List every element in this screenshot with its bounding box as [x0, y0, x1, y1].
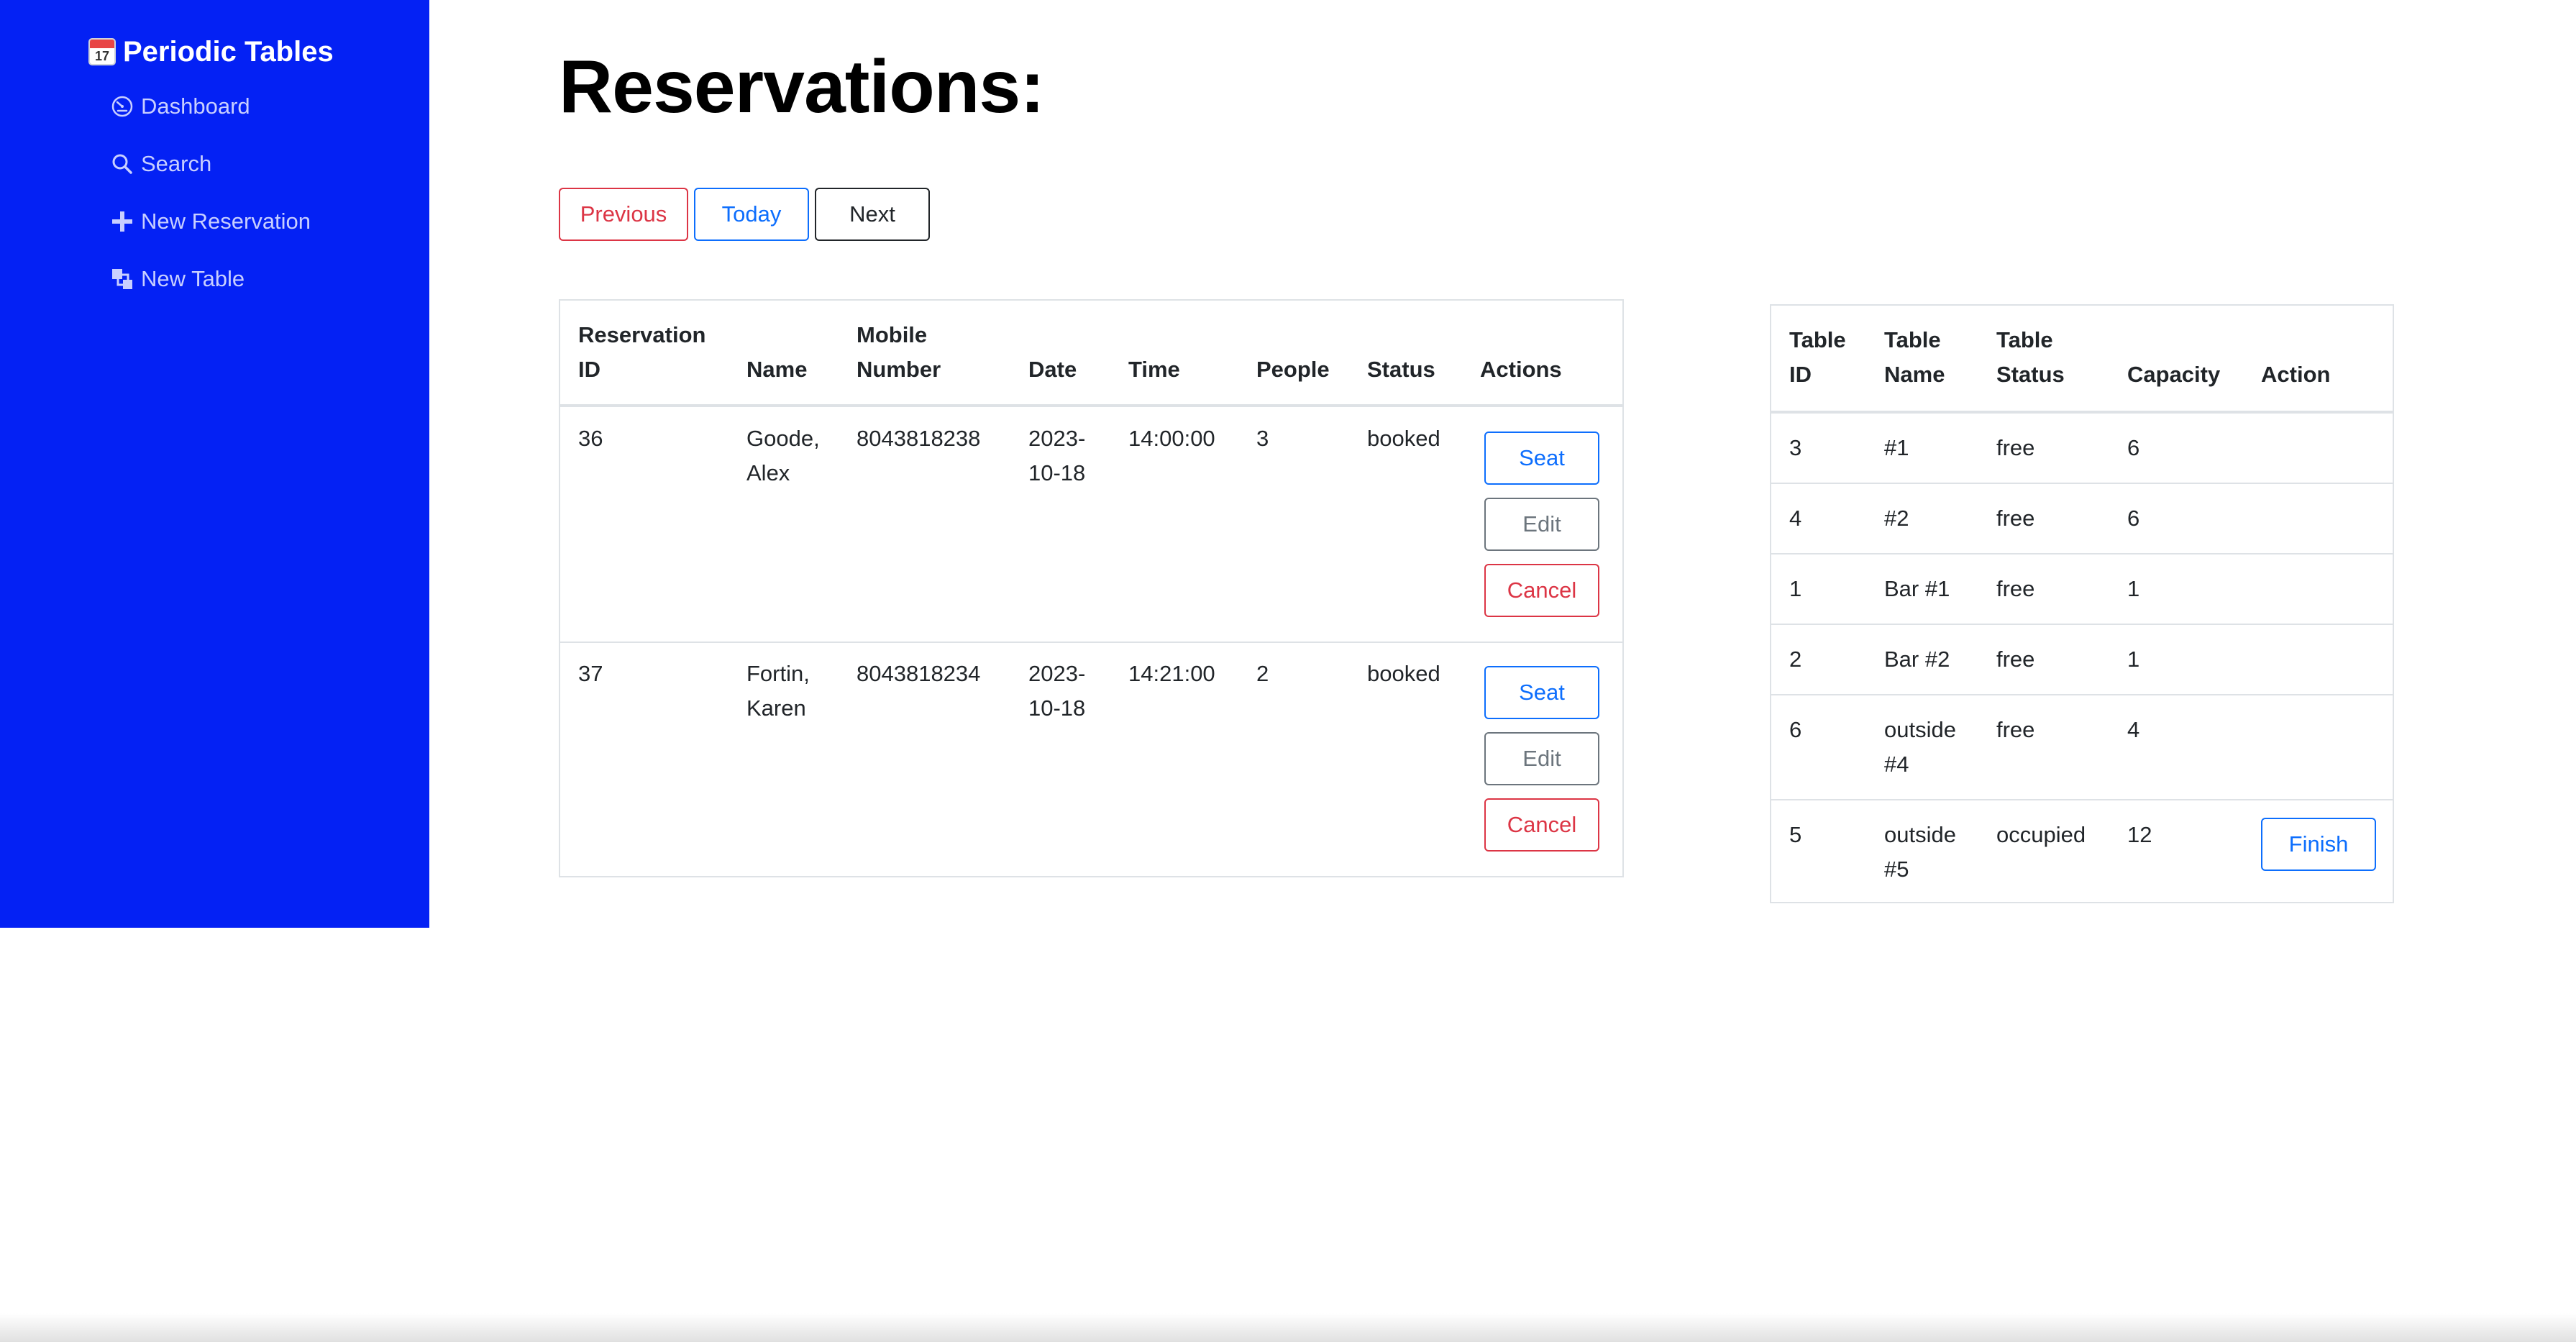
table-capacity: 6 — [2127, 506, 2140, 531]
brand-title: Periodic Tables — [123, 35, 334, 68]
reservations-table: Reservation ID Name Mobile Number Date T… — [559, 299, 1624, 877]
table-id: 5 — [1789, 822, 1802, 847]
table-capacity: 1 — [2127, 576, 2140, 601]
sidebar-item-label: Dashboard — [141, 93, 250, 119]
reservation-id: 36 — [578, 426, 603, 451]
table-capacity: 1 — [2127, 647, 2140, 672]
column-header: Mobile Number — [857, 322, 941, 382]
column-header: Table Name — [1884, 327, 1945, 387]
reservation-status: booked — [1367, 426, 1440, 451]
next-button[interactable]: Next — [815, 188, 930, 241]
cancel-button[interactable]: Cancel — [1484, 798, 1599, 852]
table-id: 3 — [1789, 435, 1802, 460]
table-capacity: 12 — [2127, 822, 2152, 847]
search-icon — [112, 154, 132, 174]
reservation-id: 37 — [578, 661, 603, 686]
table-status: occupied — [1996, 822, 2086, 847]
seat-button[interactable]: Seat — [1484, 432, 1599, 485]
sidebar-item-new-table[interactable]: New Table — [111, 265, 311, 293]
column-header: People — [1256, 357, 1330, 382]
sidebar-item-dashboard[interactable]: Dashboard — [111, 92, 311, 121]
table-status: free — [1996, 647, 2035, 672]
table-status: free — [1996, 576, 2035, 601]
column-header: Date — [1028, 357, 1077, 382]
table-capacity: 4 — [2127, 717, 2140, 742]
table-id: 2 — [1789, 647, 1802, 672]
dashboard-icon — [111, 96, 133, 117]
previous-button[interactable]: Previous — [559, 188, 688, 241]
table-id: 4 — [1789, 506, 1802, 531]
seat-button[interactable]: Seat — [1484, 666, 1599, 719]
sidebar: 17 Periodic Tables Dashboard Search New … — [0, 0, 429, 928]
table-id: 1 — [1789, 576, 1802, 601]
table-name: Bar #2 — [1884, 647, 1950, 672]
table-name: outside #4 — [1884, 717, 1956, 777]
tables-table: Table ID Table Name Table Status Capacit… — [1770, 304, 2394, 903]
column-header: Capacity — [2127, 362, 2221, 387]
table-name: outside #5 — [1884, 822, 1956, 882]
plus-icon — [112, 211, 132, 232]
table-name: Bar #1 — [1884, 576, 1950, 601]
reservation-date: 2023- 10-18 — [1028, 661, 1086, 721]
column-header: Table ID — [1789, 327, 1846, 387]
reservation-time: 14:21:00 — [1128, 661, 1215, 686]
reservation-people: 2 — [1256, 661, 1269, 686]
column-header: Name — [746, 357, 808, 382]
layers-icon — [112, 269, 132, 289]
brand[interactable]: 17 Periodic Tables — [88, 33, 334, 70]
column-header: Action — [2261, 362, 2331, 387]
table-id: 6 — [1789, 717, 1802, 742]
sidebar-nav: Dashboard Search New Reservation New Tab… — [111, 92, 311, 322]
reservation-date: 2023- 10-18 — [1028, 426, 1086, 485]
column-header: Status — [1367, 357, 1435, 382]
cancel-button[interactable]: Cancel — [1484, 564, 1599, 617]
sidebar-item-search[interactable]: Search — [111, 150, 311, 178]
table-status: free — [1996, 506, 2035, 531]
reservation-time: 14:00:00 — [1128, 426, 1215, 451]
bottom-shadow — [0, 1313, 2576, 1342]
table-status: free — [1996, 435, 2035, 460]
sidebar-item-label: New Reservation — [141, 209, 311, 234]
edit-button[interactable]: Edit — [1484, 732, 1599, 785]
reservation-mobile: 8043818238 — [857, 426, 981, 451]
sidebar-item-label: New Table — [141, 266, 245, 291]
column-header: Table Status — [1996, 327, 2065, 387]
column-header: Time — [1128, 357, 1180, 382]
sidebar-item-new-reservation[interactable]: New Reservation — [111, 207, 311, 236]
edit-button[interactable]: Edit — [1484, 498, 1599, 551]
today-button[interactable]: Today — [694, 188, 809, 241]
page-title: Reservations: — [559, 45, 1045, 129]
table-name: #1 — [1884, 435, 1909, 460]
column-header: Reservation ID — [578, 322, 706, 382]
reservation-mobile: 8043818234 — [857, 661, 981, 686]
table-status: free — [1996, 717, 2035, 742]
finish-button[interactable]: Finish — [2261, 818, 2376, 871]
reservation-people: 3 — [1256, 426, 1269, 451]
calendar-icon: 17 — [88, 38, 116, 65]
reservation-status: booked — [1367, 661, 1440, 686]
table-capacity: 6 — [2127, 435, 2140, 460]
column-header: Actions — [1480, 357, 1562, 382]
reservation-name: Goode, Alex — [746, 426, 820, 485]
reservation-name: Fortin, Karen — [746, 661, 810, 721]
table-name: #2 — [1884, 506, 1909, 531]
sidebar-item-label: Search — [141, 151, 212, 176]
